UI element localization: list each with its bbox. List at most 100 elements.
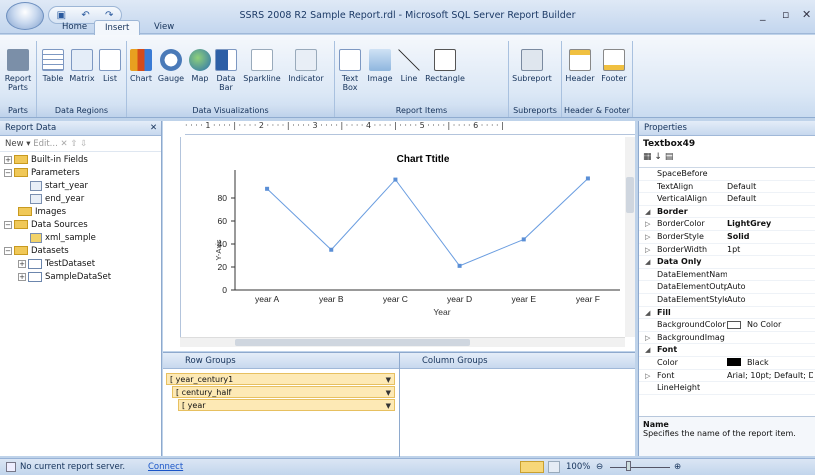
zoom-slider[interactable] — [610, 467, 670, 468]
line-button[interactable]: Line — [396, 49, 422, 83]
expand-icon[interactable]: ▷ — [645, 244, 650, 256]
expand-icon[interactable]: + — [18, 272, 26, 281]
tree-item-end-year[interactable]: end_year — [0, 193, 161, 206]
status-bar: No current report server. Connect 100% ⊖… — [0, 458, 815, 475]
map-button[interactable]: Map — [188, 49, 212, 83]
tree-item-datasets[interactable]: − Datasets — [0, 245, 161, 258]
tree-item-sampledataset[interactable]: + SampleDataSet — [0, 271, 161, 284]
report-parts-button[interactable]: Report Parts — [4, 49, 32, 92]
tree-item-xml-sample[interactable]: xml_sample — [0, 232, 161, 245]
design-view-icon[interactable] — [520, 461, 544, 473]
color-swatch[interactable] — [727, 358, 741, 367]
tree-item-images[interactable]: Images — [0, 206, 161, 219]
expand-icon[interactable]: ▷ — [645, 332, 650, 344]
property-row[interactable]: DataElementOutp Auto — [639, 281, 815, 294]
property-row[interactable]: VerticalAlign Default — [639, 193, 815, 206]
property-row[interactable]: ▷ BorderStyle Solid — [639, 231, 815, 244]
dropdown-icon[interactable]: ▼ — [386, 387, 391, 399]
row-group-year-century1[interactable]: [ year_century1 ▼ — [166, 373, 395, 385]
indicator-button[interactable]: Indicator — [286, 49, 326, 83]
tree-item-start-year[interactable]: start_year — [0, 180, 161, 193]
collapse-icon[interactable]: ◢ — [645, 344, 650, 356]
data-bar-button[interactable]: Data Bar — [214, 49, 238, 92]
run-view-icon[interactable] — [548, 461, 560, 473]
property-category[interactable]: ◢ Fill — [639, 307, 815, 320]
list-button[interactable]: List — [98, 49, 122, 83]
group-data-visualizations: Data Visualizations — [127, 105, 334, 117]
chart-button[interactable]: Chart — [128, 49, 154, 83]
collapse-icon[interactable]: ◢ — [645, 256, 650, 268]
text-box-button[interactable]: Text Box — [338, 49, 362, 92]
collapse-icon[interactable]: − — [4, 220, 12, 229]
expand-icon[interactable]: ▷ — [645, 370, 650, 382]
property-category[interactable]: ◢ Border — [639, 206, 815, 219]
property-row[interactable]: Color Black — [639, 357, 815, 370]
categorized-icon[interactable]: ▦ — [643, 152, 652, 162]
folder-icon — [14, 246, 28, 255]
tab-home[interactable]: Home — [52, 20, 97, 36]
expand-icon[interactable]: + — [18, 259, 26, 268]
tab-insert[interactable]: Insert — [94, 20, 141, 36]
gauge-button[interactable]: Gauge — [156, 49, 186, 83]
matrix-button[interactable]: Matrix — [68, 49, 96, 83]
row-group-year[interactable]: [ year ▼ — [178, 399, 395, 411]
zoom-slider-thumb[interactable] — [626, 461, 631, 471]
property-row[interactable]: DataElementNam — [639, 269, 815, 282]
data-point — [585, 176, 590, 181]
tree-item-data-sources[interactable]: − Data Sources — [0, 219, 161, 232]
tree-item-testdataset[interactable]: + TestDataset — [0, 258, 161, 271]
color-swatch[interactable] — [727, 320, 741, 329]
expand-icon[interactable]: ▷ — [645, 218, 650, 230]
property-row[interactable]: LineHeight — [639, 382, 815, 395]
new-button[interactable]: New ▾ — [5, 139, 31, 149]
help-text: Specifies the name of the report item. — [643, 429, 796, 438]
property-category[interactable]: ◢ Font — [639, 344, 815, 357]
sparkline-button[interactable]: Sparkline — [240, 49, 284, 83]
property-row[interactable]: ▷ BorderColor LightGrey — [639, 218, 815, 231]
property-row[interactable]: ▷ Font Arial; 10pt; Default; De — [639, 370, 815, 383]
connect-link[interactable]: Connect — [148, 459, 183, 475]
chart-region[interactable]: Chart Ttitle Y-Axis Year 0 20 40 60 80 year A… — [185, 140, 625, 335]
tree-item-built-in-fields[interactable]: + Built-in Fields — [0, 154, 161, 167]
property-row[interactable]: ▷ BackgroundImag — [639, 332, 815, 345]
collapse-icon[interactable]: − — [4, 246, 12, 255]
property-pages-icon[interactable]: ▤ — [665, 152, 674, 162]
y-tick-label: 20 — [218, 262, 228, 272]
properties-panel: Properties Textbox49 ▦ ↓ ▤ SpaceBefore T… — [638, 121, 815, 456]
report-data-header: Report Data ✕ — [0, 121, 161, 136]
expand-icon[interactable]: + — [4, 155, 12, 164]
zoom-in-icon[interactable]: ⊕ — [674, 459, 681, 475]
property-row[interactable]: BackgroundColor No Color — [639, 319, 815, 332]
data-bar-icon — [215, 49, 237, 71]
expand-icon[interactable]: ▷ — [645, 231, 650, 243]
properties-toolbar: ▦ ↓ ▤ — [639, 152, 815, 168]
property-row[interactable]: DataElementStyle Auto — [639, 294, 815, 307]
collapse-icon[interactable]: ◢ — [645, 206, 650, 218]
delete-icon[interactable]: ✕ ⇧ ⇩ — [61, 139, 88, 149]
dropdown-icon[interactable]: ▼ — [386, 400, 391, 412]
dropdown-icon[interactable]: ▼ — [386, 374, 391, 386]
edit-button[interactable]: Edit... — [33, 139, 58, 149]
y-tick-label: 0 — [222, 285, 227, 295]
table-button[interactable]: Table — [40, 49, 66, 83]
vertical-scrollbar[interactable] — [625, 137, 635, 337]
tree-item-parameters[interactable]: − Parameters — [0, 167, 161, 180]
sort-az-icon[interactable]: ↓ — [654, 152, 662, 162]
rectangle-button[interactable]: Rectangle — [424, 49, 466, 83]
image-button[interactable]: Image — [366, 49, 394, 83]
close-panel-icon[interactable]: ✕ — [150, 121, 157, 136]
header-button[interactable]: Header — [564, 49, 596, 83]
zoom-out-icon[interactable]: ⊖ — [596, 459, 603, 475]
collapse-icon[interactable]: ◢ — [645, 307, 650, 319]
property-row[interactable]: ▷ BorderWidth 1pt — [639, 244, 815, 257]
horizontal-ruler: · · · · 1 · · · · | · · · · 2 · · · · | … — [185, 121, 635, 135]
footer-button[interactable]: Footer — [598, 49, 630, 83]
collapse-icon[interactable]: − — [4, 168, 12, 177]
property-category[interactable]: ◢ Data Only — [639, 256, 815, 269]
property-row[interactable]: SpaceBefore — [639, 168, 815, 181]
tab-view[interactable]: View — [144, 20, 184, 36]
horizontal-scrollbar[interactable] — [180, 337, 625, 347]
row-group-century-half[interactable]: [ century_half ▼ — [172, 386, 395, 398]
property-row[interactable]: TextAlign Default — [639, 181, 815, 194]
subreport-button[interactable]: Subreport — [512, 49, 552, 83]
